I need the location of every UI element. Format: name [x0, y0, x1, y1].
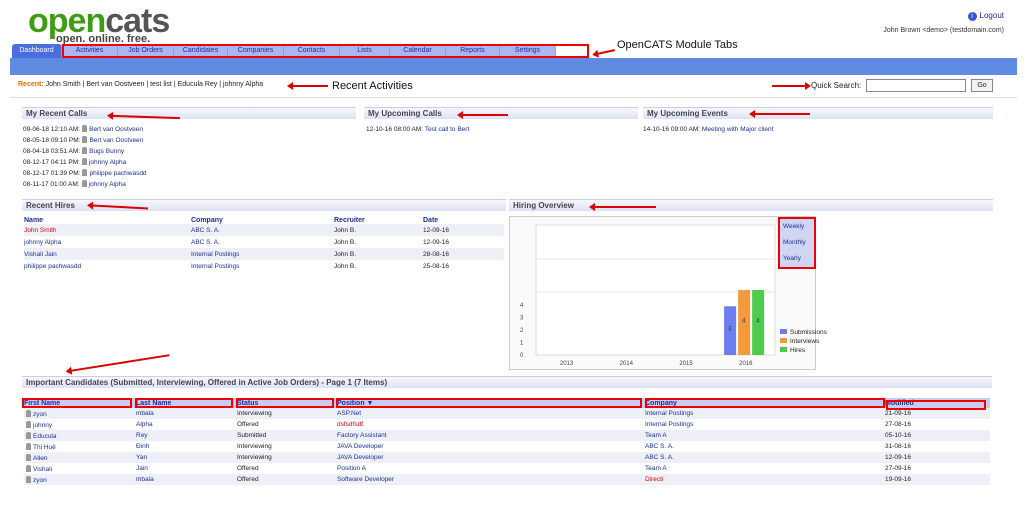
- legend-swatch: [780, 338, 787, 343]
- list-item: 14-10-16 09:00 AM: Meeting with Major cl…: [643, 126, 774, 133]
- highlight-last-name: [135, 398, 233, 408]
- logout-label: Logout: [979, 11, 1004, 20]
- recent-label: Recent:: [18, 81, 44, 88]
- y-tick-label: 4: [520, 303, 524, 309]
- legend-swatch: [780, 329, 787, 334]
- hiring-chart-box: 0 1 2 3 4 2013 2014 2015 2016 3 4 4: [509, 216, 816, 370]
- list-item: 08-05-18 09:10 PM: Bert van Oostveen: [23, 136, 144, 144]
- legend-item: Interviews: [780, 337, 827, 346]
- person-icon: [26, 442, 31, 450]
- tabs-highlight-box: [62, 44, 589, 58]
- recent-item[interactable]: johnny Alpha: [223, 81, 263, 88]
- recent-activities: Recent: John Smith | Bert van Oostveen |…: [18, 81, 264, 88]
- person-icon: [26, 431, 31, 439]
- hiring-overview-header: Hiring Overview: [509, 199, 993, 211]
- y-tick-label: 3: [520, 316, 524, 322]
- recent-arrow: [287, 82, 328, 90]
- y-tick-label: 0: [520, 353, 524, 359]
- tabs-arrow: [596, 49, 616, 55]
- person-icon: [26, 453, 31, 461]
- recent-item[interactable]: Educula Rey: [178, 81, 218, 88]
- highlight-first-name: [22, 398, 132, 408]
- table-row: johnny Alpha Offered dsfsdfsdf Internal Post…: [24, 419, 990, 430]
- quick-search-input[interactable]: [866, 79, 966, 92]
- upcoming-events-arrow: [749, 110, 810, 118]
- period-weekly[interactable]: Weekly: [780, 219, 814, 235]
- tab-subbar: [10, 58, 1017, 75]
- upcoming-calls-arrow: [457, 111, 508, 119]
- logout-link[interactable]: i Logout: [967, 11, 1004, 21]
- recent-calls-header: My Recent Calls: [22, 107, 356, 119]
- legend-item: Hires: [780, 346, 827, 355]
- highlight-status: [236, 398, 334, 408]
- upcoming-events-header: My Upcoming Events: [643, 107, 993, 119]
- person-icon: [26, 475, 31, 483]
- y-tick-label: 1: [520, 341, 524, 347]
- upcoming-calls-header: My Upcoming Calls: [364, 107, 638, 119]
- table-row: John Smith ABC S. A. John B. 12-09-16: [24, 224, 504, 236]
- table-row: Thị Huệ Đinh Interviewing JAVA Developer ABC…: [24, 441, 990, 452]
- person-icon: [26, 409, 31, 417]
- period-yearly[interactable]: Yearly: [780, 251, 814, 267]
- recent-calls-list: 09-06-18 12:10 AM: Bert van Oostveen 08-0…: [23, 124, 147, 190]
- hiring-overview-arrow: [589, 203, 656, 211]
- period-monthly[interactable]: Monthly: [780, 235, 814, 251]
- legend-item: Submissions: [780, 328, 827, 337]
- x-tick-label: 2016: [739, 361, 753, 367]
- legend-swatch: [780, 347, 787, 352]
- table-row: zyon mbala Offered Software Developer Direct…: [24, 474, 990, 485]
- list-item: 08-12-17 04:11 PM: johnny Alpha: [23, 158, 127, 166]
- x-tick-label: 2015: [679, 361, 693, 367]
- quick-search-label: Quick Search:: [811, 81, 862, 90]
- person-icon: [82, 147, 88, 154]
- table-row: johnny Alpha ABC S. A. John B. 12-09-16: [24, 238, 450, 246]
- col-recruiter[interactable]: Recruiter: [334, 217, 423, 224]
- table-row: zyon mbala Interviewing ASP.Net Internal Pos…: [24, 408, 990, 419]
- col-date[interactable]: Date: [423, 217, 504, 224]
- x-tick-label: 2013: [560, 361, 574, 367]
- person-icon: [82, 169, 88, 176]
- table-row: Vishali Jain Internal Postings John B. 28-0…: [24, 248, 504, 260]
- person-icon: [81, 158, 87, 165]
- list-item: 12-10-16 08:00 AM: Test call to Bert: [366, 126, 470, 133]
- highlight-modified: [886, 400, 986, 410]
- list-item: 08-04-18 03:51 AM: Bugs Bunny: [23, 147, 125, 155]
- candidates-header: Important Candidates (Submitted, Intervi…: [22, 376, 992, 388]
- person-icon: [81, 180, 87, 187]
- recent-hires-table: Name Company Recruiter Date John Smith ABC S…: [24, 217, 504, 272]
- table-row: Allen Yan Interviewing JAVA Developer ABC S.…: [24, 452, 990, 463]
- table-row: philippe pachwasdd Internal Postings John …: [24, 262, 450, 270]
- user-info: John Brown <demo> (testdomain.com): [883, 27, 1004, 34]
- person-icon: [26, 464, 31, 472]
- candidates-table: First Name Last Name Status Position ▼ C…: [24, 398, 990, 485]
- list-item: 08-12-17 01:39 PM: philippe pachwasdd: [23, 169, 147, 177]
- list-item: 09-06-18 12:10 AM: Bert van Oostveen: [23, 125, 143, 133]
- recent-item[interactable]: Bert van Oostveen: [86, 81, 144, 88]
- quick-search-arrow: [772, 85, 806, 87]
- table-row: Educula Rey Submitted Factory Assistant Team…: [24, 430, 990, 441]
- table-row: Vishali Jain Offered Position A Team A 27-09-…: [24, 463, 990, 474]
- recent-annotation: Recent Activities: [332, 80, 413, 92]
- col-name[interactable]: Name: [24, 217, 191, 224]
- recent-item[interactable]: John Smith: [46, 81, 81, 88]
- person-icon: [26, 420, 31, 428]
- recent-item[interactable]: test list: [150, 81, 172, 88]
- highlight-position: [336, 398, 642, 408]
- candidates-arrow: [70, 354, 170, 372]
- quick-search-go-button[interactable]: Go: [971, 79, 993, 92]
- list-item: 08-11-17 01:00 AM: johnny Alpha: [23, 180, 126, 188]
- logout-icon: i: [967, 12, 977, 21]
- col-company[interactable]: Company: [191, 217, 334, 224]
- tabs-annotation: OpenCATS Module Tabs: [617, 39, 738, 51]
- person-icon: [82, 125, 88, 132]
- person-icon: [82, 136, 88, 143]
- y-tick-label: 2: [520, 328, 524, 334]
- hiring-chart: 012342013 2014 2015 201634 4: [520, 224, 776, 367]
- opencats-logo[interactable]: opencats open. online. free.: [28, 4, 170, 45]
- x-tick-label: 2014: [620, 361, 634, 367]
- period-selector: Weekly Monthly Yearly: [778, 217, 816, 269]
- highlight-company: [645, 398, 885, 408]
- chart-legend: Submissions Interviews Hires: [780, 328, 827, 355]
- tab-dashboard[interactable]: Dashboard: [12, 44, 62, 58]
